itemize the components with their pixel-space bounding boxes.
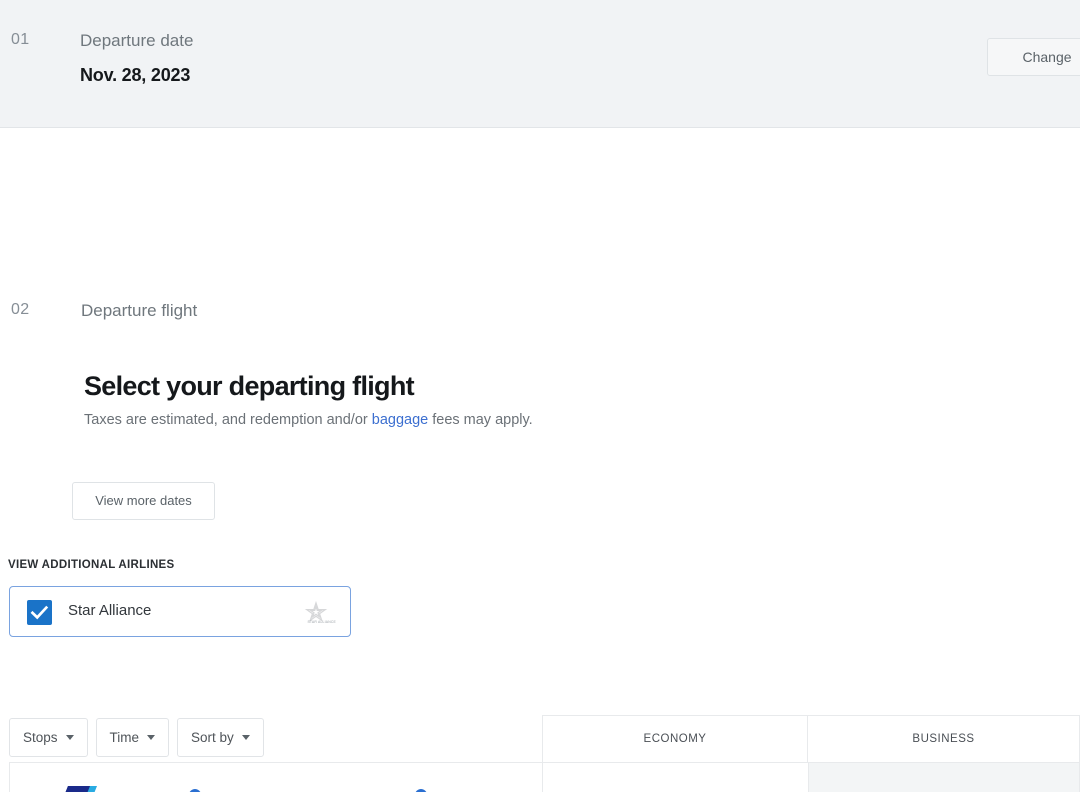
taxes-note: Taxes are estimated, and redemption and/… bbox=[84, 412, 533, 428]
departure-date-value: Nov. 28, 2023 bbox=[80, 65, 191, 85]
flight-row[interactable] bbox=[9, 762, 1080, 792]
economy-fare-cell[interactable] bbox=[542, 763, 808, 792]
business-fare-cell bbox=[808, 763, 1079, 792]
step-02-departure-flight: 02 Departure flight Select your departin… bbox=[0, 128, 1080, 792]
flight-filters: Stops Time Sort by bbox=[9, 718, 264, 757]
taxes-note-prefix: Taxes are estimated, and redemption and/… bbox=[84, 412, 372, 428]
filter-stops[interactable]: Stops bbox=[9, 718, 88, 757]
view-more-dates-button[interactable]: View more dates bbox=[72, 482, 215, 520]
route-line-icon bbox=[189, 789, 427, 792]
filter-sort-by[interactable]: Sort by bbox=[177, 718, 264, 757]
step-02-label: Departure flight bbox=[81, 301, 198, 320]
baggage-link[interactable]: baggage bbox=[372, 412, 428, 428]
change-date-button[interactable]: Change bbox=[987, 38, 1080, 76]
cabin-header-business: BUSINESS bbox=[808, 715, 1080, 762]
ana-airline-logo-icon bbox=[65, 786, 97, 792]
step-02-number: 02 bbox=[11, 301, 30, 318]
filter-time[interactable]: Time bbox=[95, 718, 170, 757]
filter-sort-by-label: Sort by bbox=[191, 730, 234, 745]
chevron-down-icon bbox=[147, 735, 156, 740]
cabin-header-economy: ECONOMY bbox=[542, 715, 808, 762]
star-alliance-checkbox[interactable] bbox=[27, 600, 52, 625]
step-01-label: Departure date bbox=[80, 31, 194, 50]
checkmark-icon bbox=[30, 605, 49, 620]
chevron-down-icon bbox=[65, 735, 74, 740]
step-01-number: 01 bbox=[11, 31, 30, 48]
page-title: Select your departing flight bbox=[84, 371, 415, 401]
star-alliance-logo-caption: STAR ALLIANCE bbox=[307, 620, 336, 624]
star-alliance-label: Star Alliance bbox=[68, 602, 152, 619]
additional-airlines-title: VIEW ADDITIONAL AIRLINES bbox=[8, 559, 175, 571]
star-alliance-option[interactable]: Star Alliance STAR ALLIANCE bbox=[9, 586, 351, 637]
taxes-note-suffix: fees may apply. bbox=[428, 412, 533, 428]
chevron-down-icon bbox=[241, 735, 250, 740]
filter-stops-label: Stops bbox=[23, 730, 58, 745]
filter-time-label: Time bbox=[109, 730, 140, 745]
step-01-departure-date: 01 Departure date Nov. 28, 2023 Change bbox=[0, 0, 1080, 128]
